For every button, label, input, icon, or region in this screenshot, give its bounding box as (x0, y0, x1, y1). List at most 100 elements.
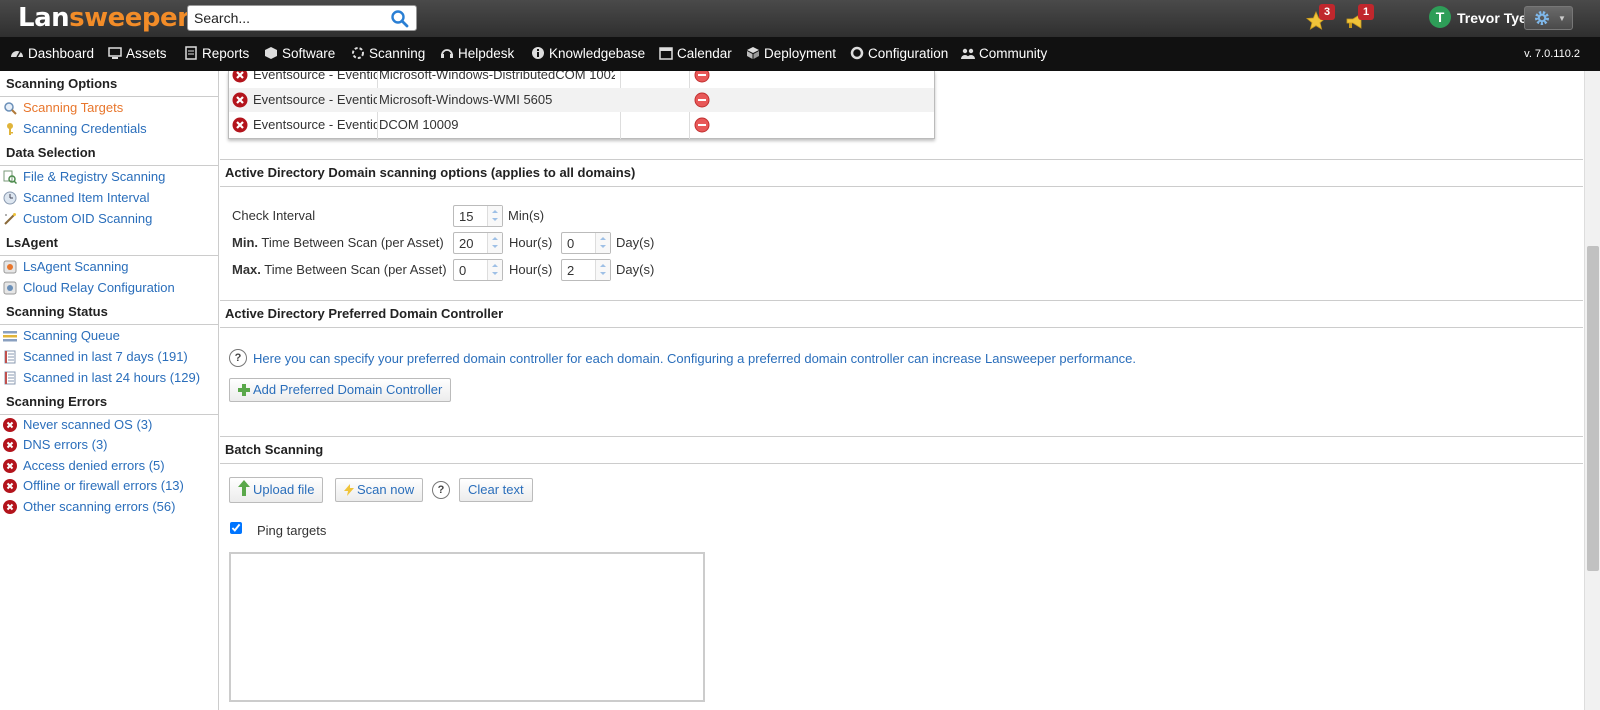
announcements-badge: 1 (1358, 4, 1374, 20)
nav-knowledgebase-label: Knowledgebase (549, 46, 646, 61)
nav-configuration-label: Configuration (868, 46, 949, 61)
ping-targets-checkbox[interactable] (230, 522, 242, 534)
batch-targets-textarea[interactable] (229, 552, 705, 702)
ad-options-heading: Active Directory Domain scanning options… (220, 159, 1583, 187)
check-interval-label: Check Interval (232, 208, 316, 223)
max-hours-stepper[interactable] (453, 259, 503, 281)
sidebar-heading-scanning-options: Scanning Options (0, 71, 218, 97)
settings-button[interactable]: ▼ (1524, 6, 1573, 30)
sidebar-item-offline-firewall-errors[interactable]: Offline or firewall errors (13) (0, 476, 218, 496)
upload-file-button[interactable]: Upload file (229, 477, 324, 503)
sidebar-item-file-registry-scanning[interactable]: File & Registry Scanning (0, 167, 218, 187)
scanning-icon (352, 47, 364, 59)
help-icon[interactable]: ? (432, 481, 450, 499)
nav-community[interactable]: Community (961, 37, 1047, 71)
ping-targets-label: Ping targets (257, 523, 327, 538)
check-interval-input[interactable] (459, 208, 487, 224)
exclusion-type: Eventsource - Eventid (253, 71, 377, 82)
dashboard-icon (11, 51, 23, 58)
sidebar-item-scanned-last-24-hours[interactable]: Scanned in last 24 hours (129) (0, 368, 218, 388)
scan-now-button[interactable]: Scan now (335, 478, 424, 502)
sidebar-item-other-scanning-errors[interactable]: Other scanning errors (56) (0, 497, 218, 517)
error-icon (3, 438, 17, 452)
magnifier-icon (4, 102, 17, 115)
sidebar-item-lsagent-scanning[interactable]: LsAgent Scanning (0, 257, 218, 277)
max-days-input[interactable] (567, 262, 595, 278)
lansweeper-logo[interactable]: Lansweeper (18, 3, 190, 33)
favorites-badge: 3 (1319, 4, 1335, 20)
avatar[interactable]: T (1429, 6, 1451, 28)
min-days-input[interactable] (567, 235, 595, 251)
max-hours-input[interactable] (459, 262, 487, 278)
sidebar-item-scanned-last-7-days[interactable]: Scanned in last 7 days (191) (0, 347, 218, 367)
sidebar-item-label: Custom OID Scanning (23, 211, 153, 226)
main-content: Eventsource - Eventid Microsoft-Windows-… (220, 71, 1583, 710)
nav-community-label: Community (979, 46, 1048, 61)
sidebar-item-label: Access denied errors (5) (23, 458, 165, 473)
remove-icon[interactable] (694, 117, 710, 133)
stepper-arrows[interactable] (487, 260, 502, 280)
add-preferred-dc-button[interactable]: Add Preferred Domain Controller (229, 378, 452, 402)
clock-icon (3, 191, 17, 205)
days-unit: Day(s) (616, 262, 655, 277)
sidebar-heading-lsagent: LsAgent (0, 230, 218, 256)
min-hours-stepper[interactable] (453, 232, 503, 254)
exclusion-value: Microsoft-Windows-WMI 5605 (379, 92, 553, 107)
nav-software[interactable]: Software (264, 37, 335, 71)
plus-icon (238, 384, 250, 396)
lightning-icon (344, 484, 354, 496)
stepper-arrows[interactable] (595, 260, 610, 280)
sidebar-item-label: Offline or firewall errors (13) (23, 478, 184, 493)
check-interval-stepper[interactable] (453, 205, 503, 227)
page-scrollbar[interactable] (1584, 71, 1600, 710)
stepper-arrows[interactable] (487, 206, 502, 226)
sidebar-item-access-denied-errors[interactable]: Access denied errors (5) (0, 456, 218, 476)
nav-reports[interactable]: Reports (184, 37, 249, 71)
nav-scanning-label: Scanning (369, 46, 426, 61)
error-icon (3, 418, 17, 432)
sidebar: Scanning Options Scanning Targets Scanni… (0, 71, 219, 710)
stepper-arrows[interactable] (595, 233, 610, 253)
nav-knowledgebase[interactable]: Knowledgebase (531, 37, 645, 71)
max-days-stepper[interactable] (561, 259, 611, 281)
help-icon[interactable]: ? (229, 349, 247, 367)
search-input[interactable] (194, 9, 384, 27)
sidebar-item-never-scanned-os[interactable]: Never scanned OS (3) (0, 415, 218, 435)
min-days-stepper[interactable] (561, 232, 611, 254)
sidebar-item-dns-errors[interactable]: DNS errors (3) (0, 435, 218, 455)
search-icon[interactable] (390, 9, 410, 29)
report-icon (185, 46, 197, 60)
upload-arrow-icon (238, 480, 250, 496)
people-icon (961, 48, 975, 59)
user-name[interactable]: Trevor Tye (1457, 10, 1527, 26)
nav-calendar[interactable]: Calendar (659, 37, 732, 71)
nav-scanning[interactable]: Scanning (351, 37, 425, 71)
min-hours-input[interactable] (459, 235, 487, 251)
sidebar-item-scanning-credentials[interactable]: Scanning Credentials (0, 119, 218, 139)
sidebar-item-scanning-queue[interactable]: Scanning Queue (0, 326, 218, 346)
hours-unit: Hour(s) (509, 262, 553, 277)
remove-icon[interactable] (694, 71, 710, 83)
sidebar-item-custom-oid-scanning[interactable]: Custom OID Scanning (0, 209, 218, 229)
sidebar-item-scanning-targets[interactable]: Scanning Targets (0, 98, 218, 118)
exclusions-table: Eventsource - Eventid Microsoft-Windows-… (228, 71, 935, 139)
scrollbar-thumb[interactable] (1587, 246, 1599, 571)
sidebar-item-scanned-item-interval[interactable]: Scanned Item Interval (0, 188, 218, 208)
nav-helpdesk[interactable]: Helpdesk (440, 37, 514, 71)
nav-deployment[interactable]: Deployment (746, 37, 836, 71)
exclusion-type: Eventsource - Eventid (253, 92, 377, 107)
stepper-arrows[interactable] (487, 233, 502, 253)
exclusion-value: Microsoft-Windows-DistributedCOM 10028 (379, 71, 615, 82)
nav-assets[interactable]: Assets (108, 37, 167, 71)
nav-dashboard[interactable]: Dashboard (10, 37, 94, 71)
remove-icon[interactable] (694, 92, 710, 108)
sidebar-item-cloud-relay-configuration[interactable]: Cloud Relay Configuration (0, 278, 218, 298)
exclusion-type: Eventsource - Eventid (253, 117, 377, 132)
hours-unit: Hour(s) (509, 235, 553, 250)
sidebar-item-label: Scanning Queue (23, 328, 120, 343)
key-icon (7, 123, 13, 135)
clear-text-button[interactable]: Clear text (459, 478, 533, 502)
box-icon (747, 47, 759, 59)
max-label-text: Time Between Scan (per Asset) (260, 262, 447, 277)
nav-configuration[interactable]: Configuration (850, 37, 948, 71)
